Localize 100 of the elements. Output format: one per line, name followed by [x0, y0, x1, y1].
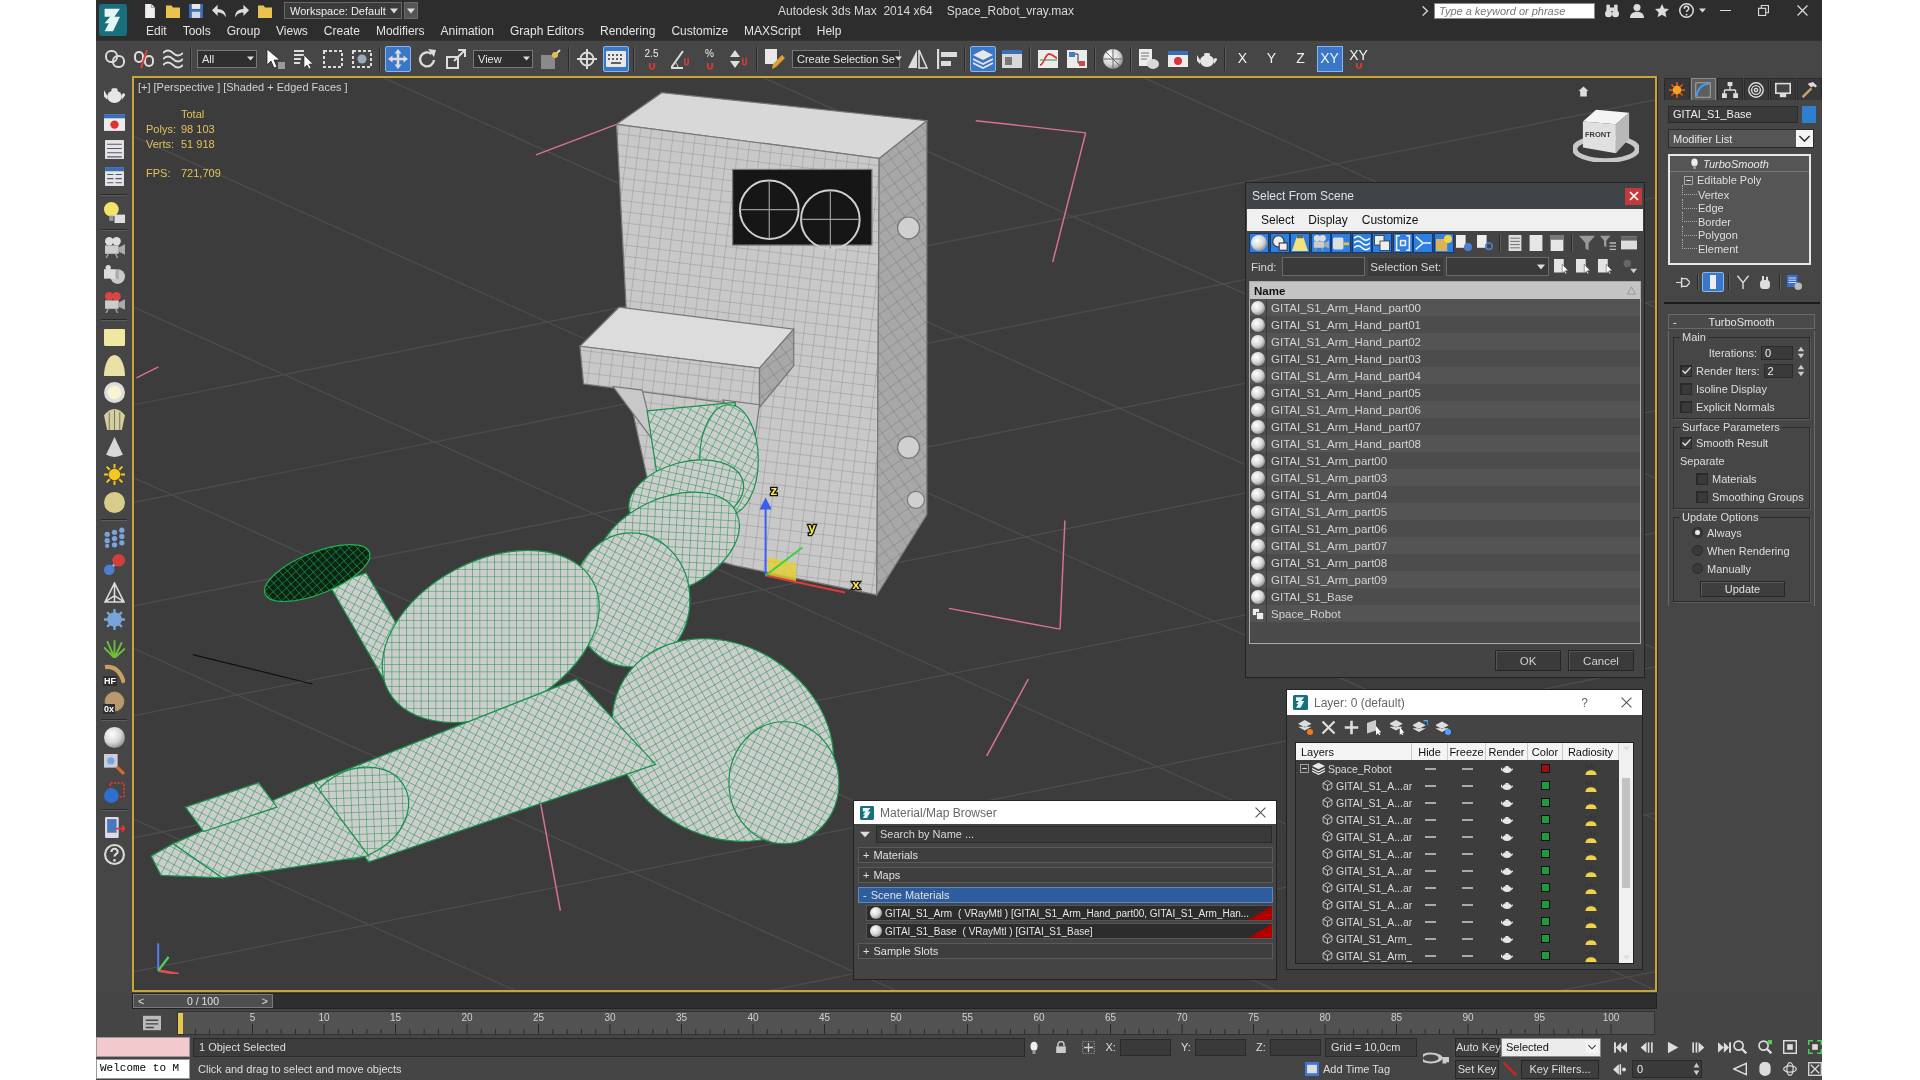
half-sun-icon[interactable]: [1584, 898, 1598, 911]
page-cursor-button[interactable]: [1596, 257, 1615, 276]
menu-item[interactable]: Customize: [1354, 213, 1426, 227]
viewport-menu-label[interactable]: [Shaded + Edged Faces ]: [223, 81, 348, 93]
auto-key-button[interactable]: Auto Key: [1455, 1037, 1499, 1057]
panel-gear-button[interactable]: [1784, 272, 1804, 292]
dash-icon[interactable]: [1461, 886, 1473, 889]
command-panel-tab[interactable]: [1717, 78, 1743, 100]
teapot-icon[interactable]: [1501, 763, 1513, 774]
time-slider-track[interactable]: < 0 / 100 >: [132, 993, 1657, 1009]
object-name-field[interactable]: GITAI_S1_Base: [1668, 106, 1798, 123]
swatch-icon[interactable]: [1802, 106, 1816, 123]
filter-toggle-button[interactable]: [1392, 233, 1413, 253]
layer-name[interactable]: GITAI_S1_Arm_: [1336, 932, 1412, 945]
object-list-row[interactable]: GITAI_S1_Arm_part05: [1250, 503, 1640, 520]
column-header[interactable]: Freeze: [1448, 743, 1486, 760]
menu-item[interactable]: MAXScript: [736, 23, 809, 38]
layer-swatch-icon[interactable]: [1541, 849, 1550, 858]
layer-swatch-icon[interactable]: [1541, 798, 1550, 807]
spinner-field[interactable]: 0: [1761, 345, 1793, 360]
dash-icon[interactable]: [1461, 818, 1473, 821]
filter-toggle-button[interactable]: [1249, 233, 1269, 253]
dash-icon[interactable]: [1461, 801, 1473, 804]
menu-item[interactable]: Views: [268, 23, 316, 38]
command-panel-tab[interactable]: [1770, 78, 1796, 100]
coordinate-field[interactable]: [1119, 1038, 1172, 1056]
action-button[interactable]: Update: [1700, 581, 1785, 597]
layer-swatch-icon[interactable]: [1541, 883, 1550, 892]
column-header[interactable]: Radiosity: [1563, 743, 1619, 760]
dialog-button[interactable]: OK: [1495, 650, 1561, 671]
dash-icon[interactable]: [1461, 954, 1473, 957]
dash-icon[interactable]: [1461, 852, 1473, 855]
spinner-field[interactable]: 2: [1763, 363, 1793, 378]
column-header[interactable]: Hide: [1412, 743, 1448, 760]
menu-item[interactable]: Help: [808, 23, 850, 38]
filter-toggle-button[interactable]: [1372, 233, 1392, 253]
dialog-button[interactable]: Cancel: [1568, 650, 1634, 671]
hair-strand-button[interactable]: HF: [99, 660, 129, 689]
light-bulb-icon[interactable]: [1029, 1040, 1039, 1054]
toolbar-dropdown[interactable]: Create Selection Se: [792, 49, 900, 68]
layer-swatch-icon[interactable]: [1541, 832, 1550, 841]
block-cursor-button[interactable]: [1364, 717, 1384, 737]
teapot-icon[interactable]: [1501, 933, 1513, 944]
menu-item[interactable]: Animation: [432, 23, 502, 38]
spinner-arrows-icon[interactable]: [1693, 1062, 1700, 1076]
coordinate-field[interactable]: [1194, 1038, 1246, 1056]
person-caret-button[interactable]: [1620, 257, 1639, 276]
menu-item[interactable]: Display: [1301, 213, 1355, 227]
close-button[interactable]: [1625, 187, 1642, 205]
filter-toggle-button[interactable]: [1433, 233, 1454, 253]
track-bar[interactable]: 5 10 15 20 25 30 35 40 45 50 55 60 65 70 75 80 85 90 95 100: [177, 1011, 1655, 1035]
layer-name[interactable]: GITAI_S1_A...ar: [1336, 847, 1412, 860]
teapot-icon[interactable]: [1501, 916, 1513, 927]
menu-item[interactable]: Select: [1254, 213, 1302, 227]
teapot-icon[interactable]: [1501, 882, 1513, 893]
filter-toggle-button[interactable]: [1331, 233, 1351, 253]
menu-item[interactable]: Graph Editors: [501, 23, 592, 38]
vertical-scrollbar[interactable]: [1619, 743, 1633, 963]
dash-icon[interactable]: [1424, 767, 1436, 770]
time-slider-thumb[interactable]: < 0 / 100 >: [133, 994, 273, 1008]
key-mode-dropdown[interactable]: Selected: [1501, 1037, 1601, 1057]
dash-icon[interactable]: [1424, 801, 1436, 804]
teapot-icon[interactable]: [1501, 950, 1513, 961]
radio-button[interactable]: [1692, 545, 1703, 556]
checkbox[interactable]: [1696, 472, 1708, 485]
object-list-row[interactable]: GITAI_S1_Arm_Hand_part04: [1250, 367, 1640, 384]
keyboard-button[interactable]: [602, 45, 629, 72]
half-sun-icon[interactable]: [1584, 949, 1598, 962]
filter-toggle-button[interactable]: [1413, 233, 1433, 253]
spinner-arrows-icon[interactable]: [1797, 346, 1805, 359]
menu-item[interactable]: Tools: [174, 23, 219, 38]
object-list-row[interactable]: Space_Robot: [1250, 605, 1640, 622]
frame-field[interactable]: 0: [1632, 1060, 1702, 1078]
search-field[interactable]: Search by Name ...: [876, 825, 1272, 843]
dash-icon[interactable]: [1424, 852, 1436, 855]
filter-toggle-button[interactable]: [1454, 233, 1474, 253]
page-cursor-button[interactable]: [1552, 257, 1571, 276]
dash-icon[interactable]: [1424, 818, 1436, 821]
move-button[interactable]: [384, 45, 411, 72]
dash-icon[interactable]: [1461, 937, 1473, 940]
axis-constraint-button[interactable]: X: [1229, 45, 1256, 72]
layer-name[interactable]: GITAI_S1_A...ar: [1336, 898, 1412, 911]
chevron-icon[interactable]: [1421, 5, 1429, 16]
axis-constraint-button[interactable]: XY: [1345, 45, 1372, 72]
half-sun-icon[interactable]: [1584, 796, 1598, 809]
window-icon[interactable]: [1305, 1062, 1319, 1076]
layer-swatch-icon[interactable]: [1541, 917, 1550, 926]
category-header[interactable]: - Scene Materials: [858, 887, 1273, 903]
minus-box-icon[interactable]: [1684, 175, 1693, 185]
column-header[interactable]: Color: [1528, 743, 1563, 760]
dash-icon[interactable]: [1461, 767, 1473, 770]
page-cursor-button[interactable]: [1574, 257, 1593, 276]
stack-item[interactable]: Editable Poly: [1670, 172, 1809, 188]
menu-item[interactable]: Modifiers: [367, 23, 433, 38]
workspace-dropdown[interactable]: Workspace: Default: [284, 2, 402, 19]
half-sun-icon[interactable]: [1584, 915, 1598, 928]
layers-dot-button[interactable]: [1295, 717, 1315, 737]
add-time-tag-label[interactable]: Add Time Tag: [1323, 1063, 1391, 1075]
dash-icon[interactable]: [1461, 784, 1473, 787]
half-sun-icon[interactable]: [1584, 864, 1598, 877]
